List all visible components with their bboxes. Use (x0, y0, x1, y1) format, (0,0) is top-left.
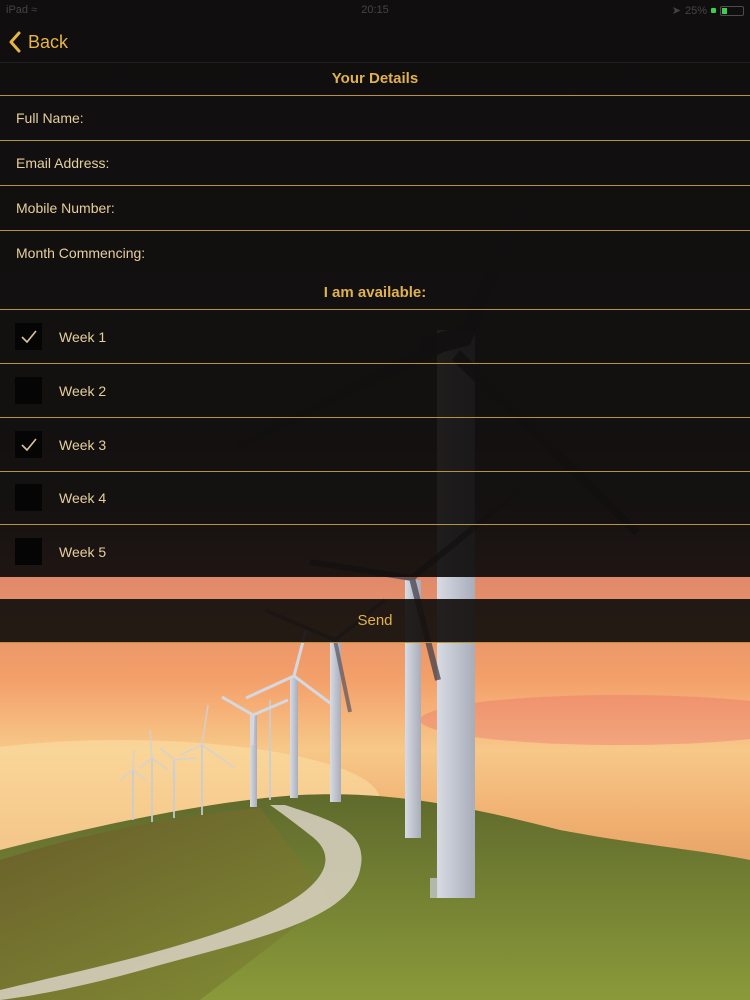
week-2-label: Week 2 (59, 382, 107, 399)
email-label: Email Address: (16, 155, 110, 171)
status-right: ➤ 25% (672, 4, 744, 17)
full-name-label: Full Name: (16, 110, 84, 126)
week-3-row[interactable]: Week 3 (0, 418, 750, 472)
month-label: Month Commencing: (16, 245, 146, 261)
battery-icon (720, 5, 744, 16)
mobile-field[interactable] (120, 192, 738, 224)
week-2-checkbox[interactable] (15, 377, 42, 404)
week-3-checkbox[interactable] (15, 431, 42, 458)
charging-indicator-icon (711, 8, 716, 13)
status-time: 20:15 (361, 4, 389, 16)
week-5-label: Week 5 (59, 543, 107, 560)
full-name-field[interactable] (89, 102, 738, 134)
mobile-label: Mobile Number: (16, 200, 115, 216)
chevron-left-icon (9, 31, 21, 53)
week-1-row[interactable]: Week 1 (0, 310, 750, 364)
checkmark-icon (20, 329, 37, 343)
week-4-label: Week 4 (59, 489, 107, 506)
week-2-row[interactable]: Week 2 (0, 364, 750, 418)
week-1-label: Week 1 (59, 328, 107, 345)
week-3-label: Week 3 (59, 436, 107, 453)
navigation-bar: Back (0, 22, 750, 63)
week-4-row[interactable]: Week 4 (0, 471, 750, 525)
email-row: Email Address: (0, 141, 750, 186)
mobile-row: Mobile Number: (0, 186, 750, 231)
month-field[interactable] (151, 237, 738, 269)
send-button[interactable]: Send (0, 599, 750, 643)
month-row: Month Commencing: (0, 231, 750, 275)
back-button[interactable]: Back (8, 28, 68, 56)
week-4-checkbox[interactable] (15, 484, 42, 511)
location-icon: ➤ (671, 5, 681, 17)
full-name-row: Full Name: (0, 96, 750, 141)
week-1-checkbox[interactable] (15, 323, 42, 350)
status-bar: iPad ≈ 20:15 ➤ 25% (0, 0, 750, 22)
back-label: Back (28, 31, 69, 52)
details-section-title: Your Details (0, 63, 750, 96)
checkmark-icon (20, 437, 37, 451)
battery-percent: 25% (684, 4, 707, 17)
availability-section-title: I am available: (0, 276, 750, 310)
week-5-checkbox[interactable] (15, 538, 42, 565)
email-field[interactable] (115, 147, 738, 179)
week-5-row[interactable]: Week 5 (0, 525, 750, 578)
